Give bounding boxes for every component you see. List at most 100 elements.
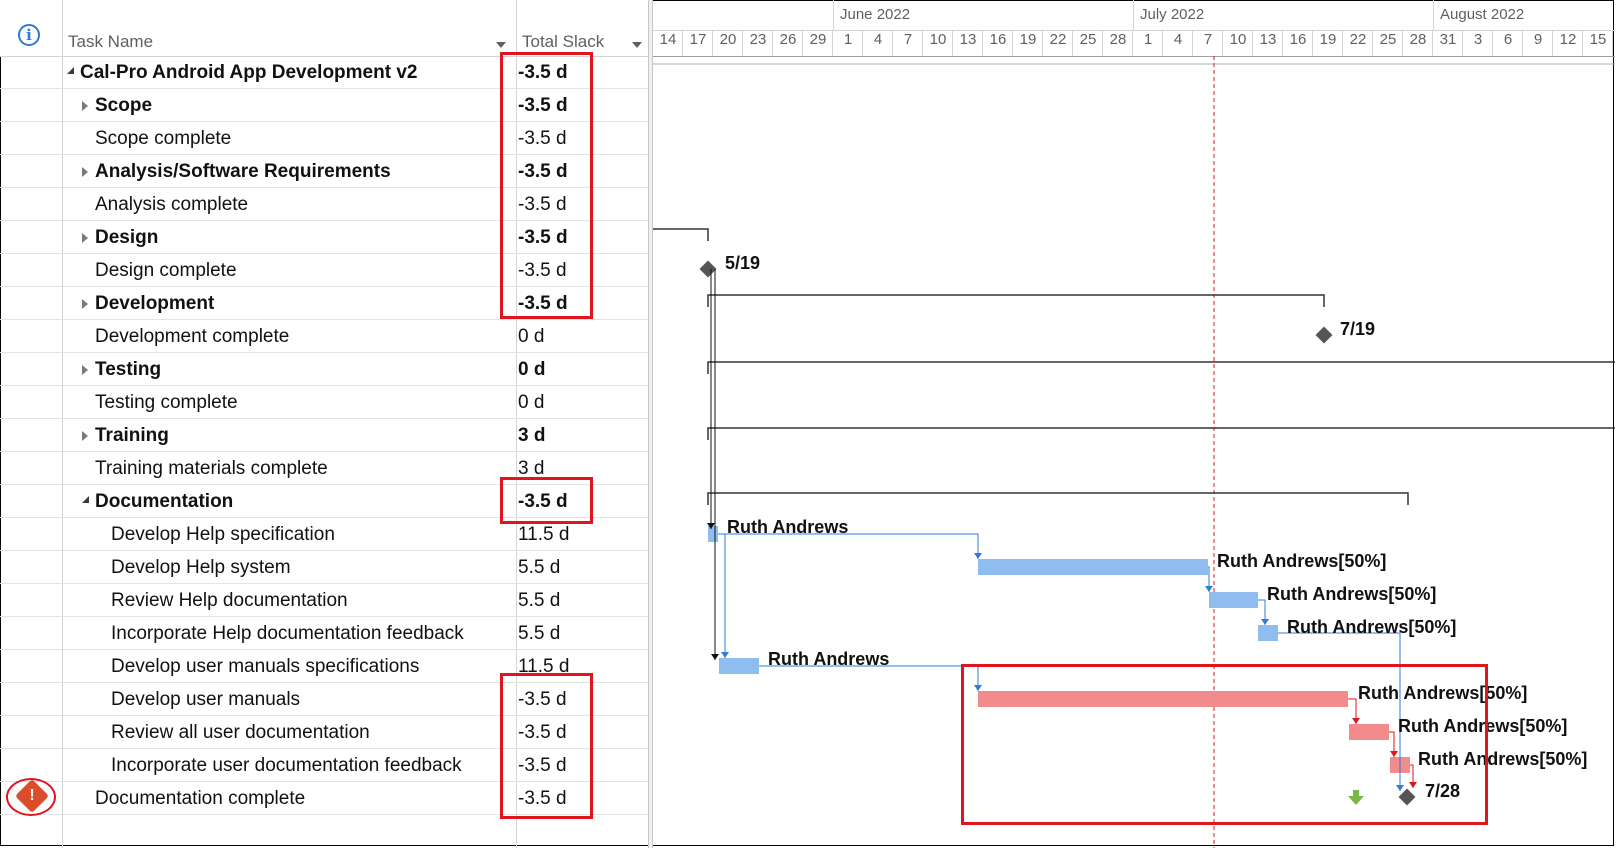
task-bar-incorporate-help[interactable]	[1258, 625, 1278, 641]
task-bar-help-system[interactable]	[978, 559, 1208, 575]
indicator-cell	[0, 353, 62, 385]
task-name: Develop Help specification	[111, 524, 335, 545]
summary-bar-testing[interactable]	[707, 361, 1615, 374]
task-name: Documentation complete	[95, 788, 306, 809]
highlight-box	[500, 52, 593, 319]
highlight-box	[961, 664, 1488, 825]
task-name: Design complete	[95, 260, 237, 281]
total-slack-value: 5.5 d	[518, 590, 561, 611]
task-name-header-label: Task Name	[68, 32, 154, 51]
indicator-cell	[0, 89, 62, 121]
total-slack-value: 0 d	[518, 326, 545, 347]
total-slack-value: 0 d	[518, 359, 546, 380]
resource-label: Ruth Andrews[50%]	[1217, 551, 1387, 571]
dependency-arrow	[974, 553, 982, 559]
indicator-cell	[0, 155, 62, 187]
expand-icon[interactable]	[82, 299, 88, 309]
task-name: Cal-Pro Android App Development v2	[80, 62, 418, 83]
task-name: Development	[95, 293, 215, 314]
expand-icon[interactable]	[82, 233, 88, 243]
chevron-down-icon[interactable]	[632, 42, 642, 48]
task-bar-help-spec[interactable]	[708, 526, 718, 542]
task-name: Scope	[95, 95, 153, 116]
summary-bar-development[interactable]	[707, 294, 1325, 307]
task-name: Develop user manuals specifications	[111, 656, 420, 677]
info-icon: i	[18, 24, 40, 46]
table-row[interactable]: Development complete 0 d	[0, 320, 648, 353]
chevron-down-icon[interactable]	[496, 42, 506, 48]
collapse-icon[interactable]	[67, 67, 74, 74]
task-bar-manuals-spec[interactable]	[719, 658, 759, 674]
indicator-cell	[0, 419, 62, 451]
task-name: Incorporate Help documentation feedback	[111, 623, 464, 644]
task-name: Development complete	[95, 326, 290, 347]
total-slack-value: 5.5 d	[518, 623, 561, 644]
dependency-arrow	[1261, 619, 1269, 625]
highlight-box	[500, 673, 593, 819]
summary-bar-training[interactable]	[707, 427, 1615, 440]
summary-bar-documentation[interactable]	[707, 492, 1409, 505]
indicator-cell	[0, 188, 62, 220]
resource-label: Ruth Andrews	[768, 649, 890, 669]
indicator-cell	[0, 320, 62, 352]
expand-icon[interactable]	[82, 167, 88, 177]
indicator-cell	[0, 584, 62, 616]
task-name: Develop user manuals	[111, 689, 301, 710]
indicator-cell	[0, 650, 62, 682]
total-slack-value: 11.5 d	[518, 524, 570, 545]
indicator-cell	[0, 452, 62, 484]
total-slack-header[interactable]: Total Slack	[516, 0, 648, 57]
table-row[interactable]: Develop Help system 5.5 d	[0, 551, 648, 584]
table-row[interactable]: Review Help documentation 5.5 d	[0, 584, 648, 617]
indicators-header[interactable]: i	[0, 0, 62, 57]
task-name-header[interactable]: Task Name	[62, 0, 516, 57]
milestone-date-label: 5/19	[725, 253, 761, 273]
task-name: Review Help documentation	[111, 590, 348, 611]
milestone-development-complete[interactable]	[1315, 326, 1333, 344]
task-name: Training materials complete	[95, 458, 328, 479]
task-name: Testing complete	[95, 392, 238, 413]
task-name: Training	[95, 425, 169, 446]
task-name: Testing	[95, 359, 162, 380]
task-name: Analysis complete	[95, 194, 249, 215]
table-row[interactable]: Testing complete 0 d	[0, 386, 648, 419]
table-row[interactable]: Incorporate Help documentation feedback 5…	[0, 617, 648, 650]
resource-label: Ruth Andrews[50%]	[1267, 584, 1437, 604]
milestone-design-complete[interactable]	[699, 260, 717, 278]
indicator-cell	[0, 287, 62, 319]
resource-label: Ruth Andrews[50%]	[1287, 617, 1457, 637]
task-name: Review all user documentation	[111, 722, 370, 743]
task-name: Documentation	[95, 491, 234, 512]
table-row[interactable]: Training 3 d	[0, 419, 648, 452]
indicator-cell	[0, 485, 62, 517]
dependency-arrow	[1205, 586, 1213, 592]
indicator-cell	[0, 617, 62, 649]
task-bar-review-help[interactable]	[1209, 592, 1258, 608]
summary-bar-design[interactable]	[653, 228, 709, 241]
table-row[interactable]: Testing 0 d	[0, 353, 648, 386]
expand-icon[interactable]	[82, 365, 88, 375]
expand-icon[interactable]	[82, 431, 88, 441]
indicator-cell	[0, 683, 62, 715]
indicator-cell	[0, 122, 62, 154]
highlight-box	[500, 477, 593, 524]
task-name: Develop Help system	[111, 557, 291, 578]
task-name: Analysis/Software Requirements	[95, 161, 391, 182]
indicator-cell	[0, 716, 62, 748]
total-slack-value: 5.5 d	[518, 557, 561, 578]
indicator-cell	[0, 56, 62, 88]
indicator-cell	[0, 551, 62, 583]
expand-icon[interactable]	[82, 101, 88, 111]
task-name: Design	[95, 227, 159, 248]
resource-label: Ruth Andrews	[727, 517, 849, 537]
task-name: Incorporate user documentation feedback	[111, 755, 462, 776]
task-sheet: i Task Name Total Slack Cal-Pro Android …	[0, 0, 650, 848]
indicator-cell	[0, 749, 62, 781]
task-name: Scope complete	[95, 128, 232, 149]
dependency-arrow	[721, 652, 729, 658]
total-slack-header-label: Total Slack	[522, 32, 605, 51]
indicator-cell	[0, 221, 62, 253]
indicator-cell	[0, 386, 62, 418]
dependency-arrow	[711, 654, 719, 660]
collapse-icon[interactable]	[82, 496, 89, 503]
